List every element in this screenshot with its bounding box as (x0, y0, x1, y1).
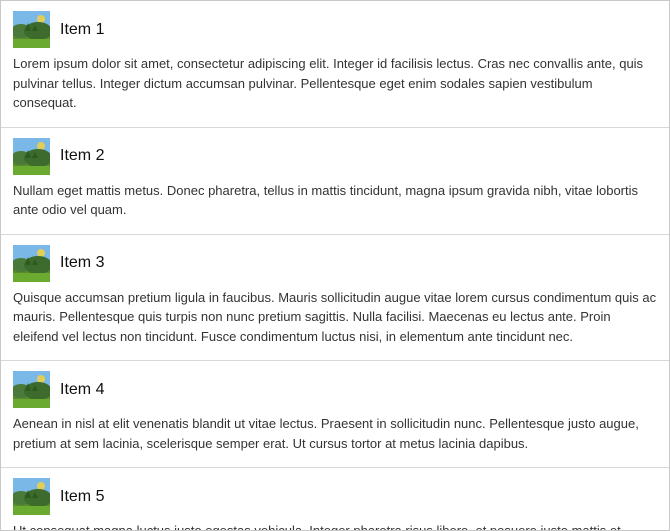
item-title: Item 2 (60, 147, 104, 165)
item-header: Item 5 (13, 478, 657, 515)
item-description: Aenean in nisl at elit venenatis blandit… (13, 414, 657, 453)
list-item: Item 1 Lorem ipsum dolor sit amet, consec… (1, 1, 669, 128)
item-thumbnail (13, 478, 50, 515)
item-title: Item 1 (60, 21, 104, 39)
item-header: Item 3 (13, 245, 657, 282)
item-thumbnail (13, 11, 50, 48)
items-list[interactable]: Item 1 Lorem ipsum dolor sit amet, consec… (0, 0, 670, 531)
list-item: Item 4 Aenean in nisl at elit venenatis b… (1, 361, 669, 468)
item-title: Item 5 (60, 488, 104, 506)
list-item: Item 3 Quisque accumsan pretium ligula in… (1, 235, 669, 362)
item-description: Nullam eget mattis metus. Donec pharetra… (13, 181, 657, 220)
item-thumbnail (13, 371, 50, 408)
list-item: Item 5 Ut consequat magna luctus justo eg… (1, 468, 669, 531)
item-thumbnail (13, 245, 50, 282)
item-thumbnail (13, 138, 50, 175)
list-item: Item 2 Nullam eget mattis metus. Donec ph… (1, 128, 669, 235)
item-description: Ut consequat magna luctus justo egestas … (13, 521, 657, 531)
item-title: Item 3 (60, 254, 104, 272)
item-header: Item 2 (13, 138, 657, 175)
item-header: Item 1 (13, 11, 657, 48)
item-title: Item 4 (60, 381, 104, 399)
item-description: Quisque accumsan pretium ligula in fauci… (13, 288, 657, 347)
item-header: Item 4 (13, 371, 657, 408)
item-description: Lorem ipsum dolor sit amet, consectetur … (13, 54, 657, 113)
